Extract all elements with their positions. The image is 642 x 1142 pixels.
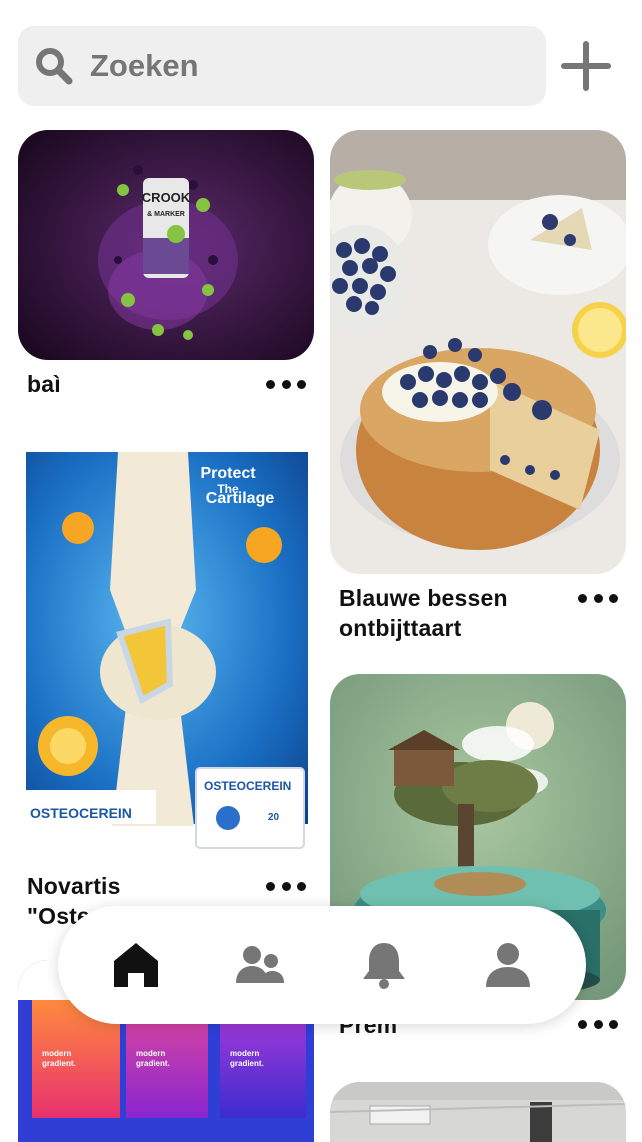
more-options-button[interactable]: [578, 588, 618, 608]
search-icon: [36, 48, 73, 85]
people-icon: [236, 946, 284, 983]
poster-text: gradient.: [230, 1059, 264, 1068]
poster-text: modern: [136, 1049, 165, 1058]
ad-headline-1: Protect: [200, 465, 256, 482]
bell-icon: [363, 943, 405, 989]
bottom-navigation: [58, 906, 586, 1024]
nav-notifications[interactable]: [352, 933, 416, 997]
nav-following[interactable]: [228, 933, 292, 997]
more-options-button[interactable]: [266, 374, 306, 394]
poster-text: modern: [42, 1049, 71, 1058]
search-input[interactable]: [90, 48, 510, 84]
plus-icon[interactable]: [560, 40, 612, 92]
ad-box-dose: 20: [268, 812, 280, 823]
poster-text: gradient.: [136, 1059, 170, 1068]
pin-title: baì: [27, 371, 61, 397]
can-brand: CROOK: [142, 190, 191, 205]
pin-title: Blauwe bessen ontbijttaart: [339, 585, 508, 641]
poster-text: gradient.: [42, 1059, 76, 1068]
nav-profile[interactable]: [476, 933, 540, 997]
profile-icon: [486, 943, 530, 987]
more-options-button[interactable]: [266, 876, 306, 896]
nav-home[interactable]: [104, 933, 168, 997]
home-icon: [114, 943, 158, 987]
ad-brand-logo: OSTEOCEREIN: [30, 805, 132, 821]
pin-image-drink[interactable]: CROOK & MARKER: [18, 130, 314, 360]
search-bar[interactable]: [18, 26, 546, 106]
pin-image-cake[interactable]: [330, 130, 626, 574]
can-sub: & MARKER: [147, 211, 185, 218]
ad-headline-3: Cartilage: [206, 490, 275, 507]
ad-box-brand: OSTEOCEREIN: [204, 779, 291, 793]
pin-image-office[interactable]: [330, 1082, 626, 1142]
more-options-button[interactable]: [578, 1014, 618, 1034]
poster-text: modern: [230, 1049, 259, 1058]
pin-image-knee-ad[interactable]: Protect The Cartilage OSTEOCEREIN OSTEOC…: [18, 450, 314, 860]
